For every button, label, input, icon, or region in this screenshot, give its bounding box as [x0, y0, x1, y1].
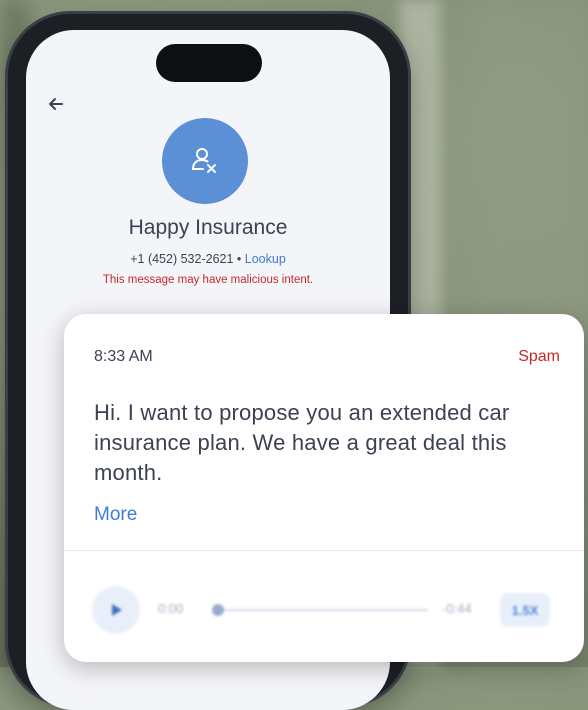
- audio-player: 0:00 -0:44 1.5X: [92, 586, 562, 634]
- malicious-warning: This message may have malicious intent.: [102, 274, 314, 286]
- current-time: 0:00: [158, 601, 184, 616]
- lookup-link[interactable]: Lookup: [245, 252, 286, 266]
- phone-number: +1 (452) 532-2621: [130, 252, 234, 266]
- remaining-time: -0:44: [442, 601, 472, 616]
- play-icon: [112, 604, 122, 616]
- message-time: 8:33 AM: [94, 348, 153, 365]
- card-divider: [64, 550, 584, 551]
- more-link[interactable]: More: [94, 504, 137, 526]
- audio-progress-track[interactable]: [214, 609, 428, 611]
- separator-dot: •: [233, 252, 245, 266]
- contact-phone-line: +1 (452) 532-2621 • Lookup: [26, 252, 390, 266]
- spam-label: Spam: [518, 348, 560, 365]
- back-arrow-icon: [49, 98, 63, 110]
- back-button[interactable]: [42, 90, 70, 118]
- play-button[interactable]: [92, 586, 140, 634]
- playback-speed-button[interactable]: 1.5X: [500, 593, 550, 627]
- message-text: Hi. I want to propose you an extended ca…: [94, 400, 510, 485]
- audio-scrubber[interactable]: [212, 604, 224, 616]
- contact-name: Happy Insurance: [128, 216, 288, 239]
- contact-avatar: [162, 118, 248, 204]
- dynamic-island: [156, 44, 262, 82]
- unknown-contact-icon: [192, 148, 216, 173]
- voicemail-card: 8:33 AM Spam Hi. I want to propose you a…: [64, 314, 584, 662]
